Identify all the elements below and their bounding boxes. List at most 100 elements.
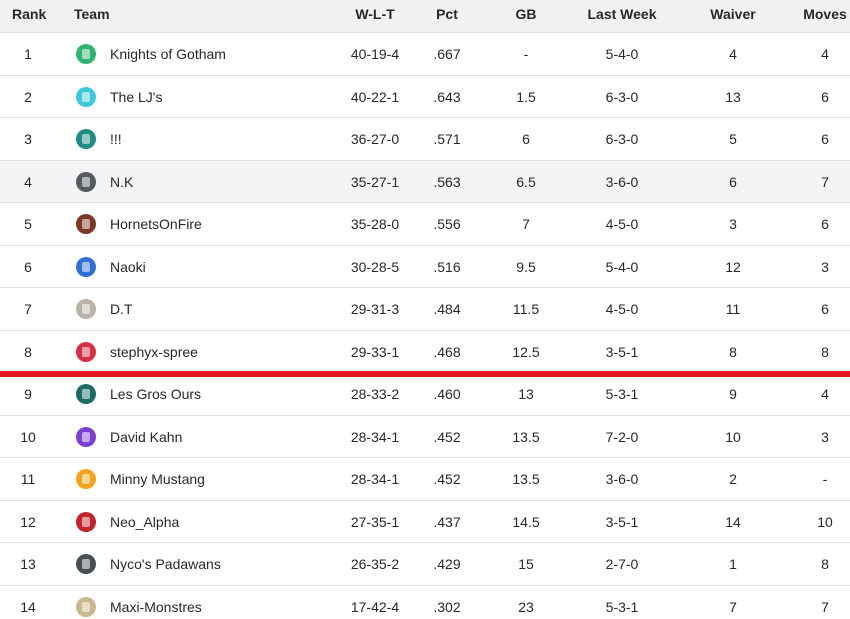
table-row[interactable]: 13 Nyco's Padawans 26-35-2 .429 15 2-7-0 1 8: [0, 543, 850, 586]
team-avatar[interactable]: [76, 469, 96, 489]
table-row[interactable]: 8 stephyx-spree 29-33-1 .468 12.5 3-5-1 8 8: [0, 330, 850, 373]
gb-cell: 11.5: [512, 301, 540, 317]
header-moves[interactable]: Moves: [796, 6, 850, 22]
waiver-cell: 5: [729, 131, 737, 147]
team-name[interactable]: !!!: [110, 131, 122, 147]
table-row[interactable]: 2 The LJ's 40-22-1 .643 1.5 6-3-0 13 6: [0, 75, 850, 118]
team-name[interactable]: Minny Mustang: [110, 471, 205, 487]
team-avatar[interactable]: [76, 299, 96, 319]
moves-cell: 3: [821, 258, 829, 275]
header-pct[interactable]: Pct: [418, 6, 476, 22]
gb-cell: 13.5: [512, 428, 540, 445]
rank-cell: 7: [24, 301, 32, 317]
team-name[interactable]: Les Gros Ours: [110, 386, 201, 402]
pct-cell: .437: [433, 513, 461, 530]
last-week-cell: 3-6-0: [605, 173, 639, 190]
team-name[interactable]: David Kahn: [110, 429, 182, 445]
team-avatar[interactable]: [76, 171, 96, 192]
pct-cell: .571: [433, 131, 461, 147]
last-week-cell: 2-7-0: [605, 556, 639, 572]
rank-cell: 3: [24, 131, 32, 147]
wlt-cell: 40-22-1: [350, 88, 400, 105]
team-avatar[interactable]: [76, 384, 96, 404]
table-row[interactable]: 7 D.T 29-31-3 .484 11.5 4-5-0 11 6: [0, 288, 850, 331]
gb-cell: -: [523, 46, 529, 62]
header-last-week[interactable]: Last Week: [578, 6, 666, 22]
team-name[interactable]: Naoki: [110, 259, 146, 275]
waiver-cell: 2: [729, 471, 737, 487]
table-row[interactable]: 11 Minny Mustang 28-34-1 .452 13.5 3-6-0 2 -: [0, 458, 850, 501]
table-row[interactable]: 9 Les Gros Ours 28-33-2 .460 13 5-3-1 9 4: [0, 373, 850, 416]
wlt-cell: 28-34-1: [350, 471, 400, 487]
gb-cell: 14.5: [512, 513, 540, 530]
waiver-cell: 10: [725, 428, 741, 445]
moves-cell: 4: [821, 386, 829, 402]
waiver-cell: 7: [729, 598, 737, 615]
wlt-cell: 35-27-1: [350, 173, 400, 190]
table-row[interactable]: 1 Knights of Gotham 40-19-4 .667 - 5-4-0 4 4: [0, 33, 850, 76]
table-row[interactable]: 5 HornetsOnFire 35-28-0 .556 7 4-5-0 3 6: [0, 203, 850, 246]
team-avatar[interactable]: [76, 554, 96, 574]
team-name[interactable]: Maxi-Monstres: [110, 599, 202, 615]
team-name[interactable]: D.T: [110, 301, 133, 317]
table-row[interactable]: 12 Neo_Alpha 27-35-1 .437 14.5 3-5-1 14 10: [0, 500, 850, 543]
team-avatar[interactable]: [76, 596, 96, 617]
last-week-cell: 5-3-1: [605, 386, 639, 402]
moves-cell: 6: [821, 88, 829, 105]
header-rank[interactable]: Rank: [12, 6, 46, 22]
rank-cell: 1: [24, 46, 32, 62]
gb-cell: 6.5: [516, 173, 536, 190]
waiver-cell: 13: [725, 88, 741, 105]
header-waiver[interactable]: Waiver: [696, 6, 770, 22]
waiver-cell: 9: [729, 386, 737, 402]
team-name[interactable]: HornetsOnFire: [110, 216, 202, 232]
table-row[interactable]: 3!!! 36-27-0 .571 6 6-3-0 5 6: [0, 118, 850, 161]
team-name[interactable]: stephyx-spree: [110, 344, 198, 360]
team-name[interactable]: The LJ's: [110, 89, 162, 105]
last-week-cell: 6-3-0: [605, 88, 639, 105]
wlt-cell: 28-34-1: [350, 428, 400, 445]
standings-table: Rank Team W-L-T Pct GB Last Week Waiver …: [0, 0, 850, 619]
team-avatar[interactable]: [76, 86, 96, 107]
gb-cell: 9.5: [516, 258, 536, 275]
table-row[interactable]: 10 David Kahn 28-34-1 .452 13.5 7-2-0 10 3: [0, 415, 850, 458]
moves-cell: 8: [821, 556, 829, 572]
pct-cell: .516: [433, 258, 461, 275]
team-avatar[interactable]: [76, 256, 96, 277]
rank-cell: 5: [24, 216, 32, 232]
header-gb[interactable]: GB: [496, 6, 556, 22]
waiver-cell: 8: [729, 343, 737, 360]
team-avatar[interactable]: [76, 129, 96, 149]
wlt-cell: 28-33-2: [350, 386, 400, 402]
table-row[interactable]: 14 Maxi-Monstres 17-42-4 .302 23 5-3-1 7 7: [0, 585, 850, 619]
moves-cell: 3: [821, 428, 829, 445]
moves-cell: 6: [821, 301, 829, 317]
rank-cell: 9: [24, 386, 32, 402]
team-name[interactable]: Neo_Alpha: [110, 514, 179, 530]
waiver-cell: 11: [725, 301, 741, 317]
gb-cell: 15: [518, 556, 534, 572]
rank-cell: 13: [20, 556, 36, 572]
header-team[interactable]: Team: [74, 6, 110, 22]
team-name[interactable]: N.K: [110, 174, 133, 190]
team-avatar[interactable]: [76, 511, 96, 532]
team-avatar[interactable]: [76, 44, 96, 64]
table-row[interactable]: 6 Naoki 30-28-5 .516 9.5 5-4-0 12 3: [0, 245, 850, 288]
table-row[interactable]: 4 N.K 35-27-1 .563 6.5 3-6-0 6 7: [0, 160, 850, 203]
wlt-cell: 29-31-3: [350, 301, 400, 317]
wlt-cell: 40-19-4: [350, 46, 400, 62]
pct-cell: .563: [433, 173, 461, 190]
team-avatar[interactable]: [76, 341, 96, 362]
rank-cell: 11: [20, 471, 36, 487]
waiver-cell: 4: [729, 46, 737, 62]
gb-cell: 1.5: [516, 88, 536, 105]
rank-cell: 10: [20, 428, 36, 445]
team-avatar[interactable]: [76, 426, 96, 447]
team-name[interactable]: Nyco's Padawans: [110, 556, 221, 572]
team-name[interactable]: Knights of Gotham: [110, 46, 226, 62]
rank-cell: 14: [20, 598, 36, 615]
header-wlt[interactable]: W-L-T: [340, 6, 410, 22]
team-avatar[interactable]: [76, 214, 96, 234]
gb-cell: 6: [522, 131, 530, 147]
rank-cell: 2: [24, 88, 32, 105]
